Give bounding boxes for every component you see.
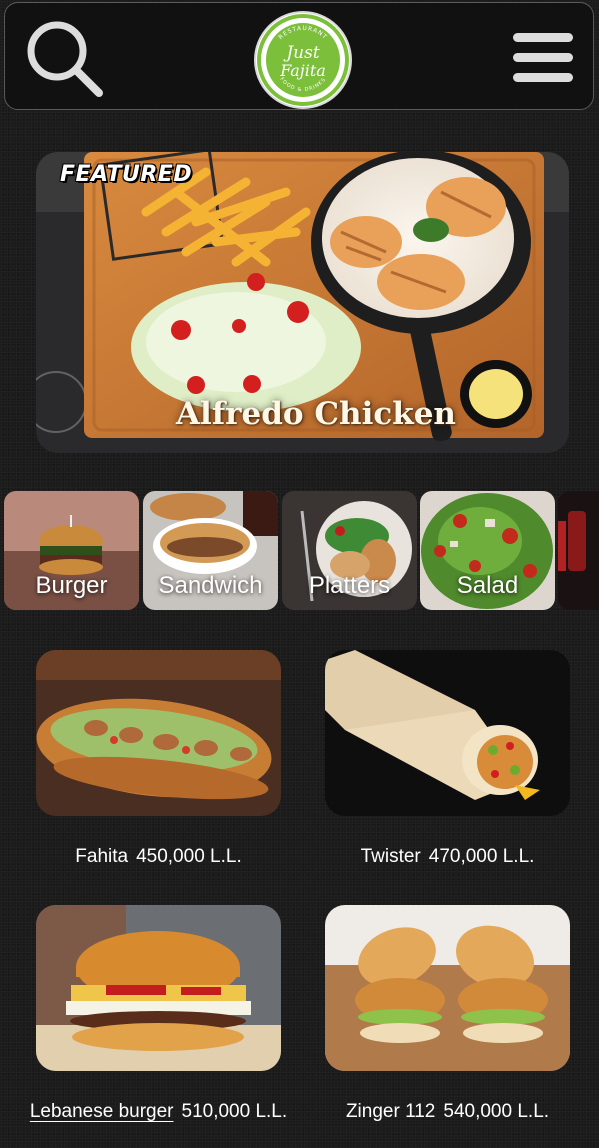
- category-label: Burger: [35, 572, 108, 599]
- product-caption: Zinger 112 540,000 L.L.: [295, 1101, 599, 1123]
- category-salad[interactable]: Salad: [420, 491, 555, 610]
- product-price: 510,000 L.L.: [181, 1101, 288, 1122]
- product-caption: Fahita 450,000 L.L.: [6, 846, 311, 868]
- product-name[interactable]: Twister: [361, 846, 421, 867]
- product-image[interactable]: [36, 905, 281, 1071]
- category-platters[interactable]: Platters: [282, 491, 417, 610]
- category-strip[interactable]: Burger Sandwich Platters Salad: [0, 491, 599, 610]
- logo-line2: Fajita: [279, 61, 326, 80]
- logo-line1: Just: [283, 43, 319, 63]
- twister-image: [325, 650, 570, 816]
- menu-button[interactable]: [511, 29, 575, 87]
- category-drinks[interactable]: [558, 491, 599, 610]
- product-price: 450,000 L.L.: [136, 846, 242, 867]
- fahita-image: [36, 650, 281, 816]
- top-header: RESTAURANT Just Fajita FOOD & DRINKS: [4, 2, 594, 110]
- logo-emblem: RESTAURANT Just Fajita FOOD & DRINKS: [257, 14, 349, 106]
- product-price: 540,000 L.L.: [443, 1101, 550, 1122]
- featured-badge: FEATURED: [60, 162, 193, 187]
- product-price: 470,000 L.L.: [428, 846, 535, 867]
- zinger-image: [325, 905, 570, 1071]
- drinks-category-image: [558, 491, 599, 610]
- product-caption: Twister 470,000 L.L.: [295, 846, 599, 868]
- product-caption: Lebanese burger 510,000 L.L.: [6, 1101, 311, 1123]
- product-name[interactable]: Fahita: [75, 846, 128, 867]
- lebanese-burger-image: [36, 905, 281, 1071]
- product-name[interactable]: Zinger 112: [346, 1101, 435, 1122]
- product-image[interactable]: [325, 905, 570, 1071]
- product-image[interactable]: [325, 650, 570, 816]
- category-label: Platters: [308, 572, 391, 599]
- search-icon: [27, 21, 103, 97]
- category-sandwich[interactable]: Sandwich: [143, 491, 278, 610]
- category-label: Sandwich: [158, 572, 263, 599]
- search-button[interactable]: [23, 17, 105, 99]
- category-label: Salad: [456, 572, 519, 599]
- category-burger[interactable]: Burger: [4, 491, 139, 610]
- featured-card[interactable]: FEATURED Alfredo Chicken: [36, 152, 569, 453]
- product-image[interactable]: [36, 650, 281, 816]
- restaurant-logo[interactable]: RESTAURANT Just Fajita FOOD & DRINKS: [254, 11, 352, 109]
- product-name[interactable]: Lebanese burger: [30, 1101, 174, 1122]
- featured-title: Alfredo Chicken: [176, 396, 456, 432]
- hamburger-menu-icon: [513, 33, 573, 82]
